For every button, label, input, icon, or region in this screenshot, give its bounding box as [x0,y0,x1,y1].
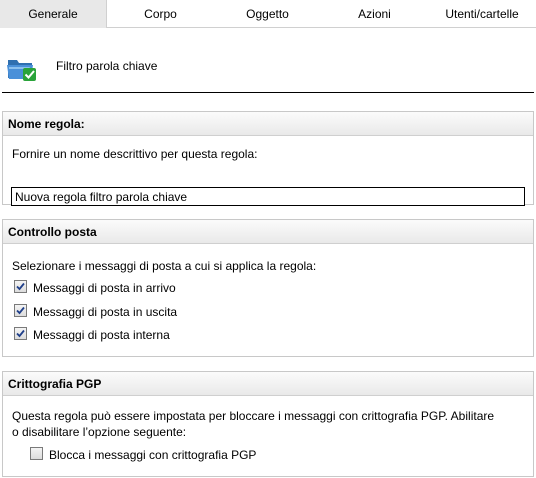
rule-title: Filtro parola chiave [56,59,158,73]
mail-description: Selezionare i messaggi di posta a cui si… [12,259,317,273]
block-pgp-checkbox[interactable] [30,447,43,460]
tab-azioni[interactable]: Azioni [321,0,428,28]
outgoing-mail-label: Messaggi di posta in uscita [33,305,178,319]
checkmark-icon [16,329,25,338]
mail-panel-title: Controllo posta [3,220,533,244]
tab-generale[interactable]: Generale [0,0,107,28]
pgp-description-line2: o disabilitare l’opzione seguente: [12,425,187,439]
folder-check-icon [7,60,36,81]
block-pgp-label: Blocca i messaggi con crittografia PGP [49,448,257,462]
checkmark-icon [16,306,25,315]
internal-mail-checkbox[interactable] [14,327,27,340]
pgp-description-line1: Questa regola può essere impostata per b… [12,409,495,423]
incoming-mail-label: Messaggi di posta in arrivo [33,281,176,295]
outgoing-mail-checkbox[interactable] [14,304,27,317]
checkmark-icon [16,282,25,291]
tab-bar: Generale Corpo Oggetto Azioni Utenti/car… [0,0,536,28]
tab-oggetto[interactable]: Oggetto [214,0,321,28]
mail-panel: Controllo posta Selezionare i messaggi d… [2,219,534,357]
pgp-panel-title: Crittografia PGP [3,372,533,396]
rule-name-input[interactable] [11,187,525,206]
name-panel: Nome regola: Fornire un nome descrittivo… [2,111,534,206]
header-divider [2,92,534,93]
name-panel-title: Nome regola: [3,112,533,136]
internal-mail-label: Messaggi di posta interna [33,328,170,342]
name-description: Fornire un nome descrittivo per questa r… [12,147,258,161]
tab-corpo[interactable]: Corpo [107,0,214,28]
rule-header-icon [6,54,38,82]
pgp-panel: Crittografia PGP Questa regola può esser… [2,371,534,477]
tab-utenti-cartelle[interactable]: Utenti/cartelle [428,0,536,28]
incoming-mail-checkbox[interactable] [14,280,27,293]
